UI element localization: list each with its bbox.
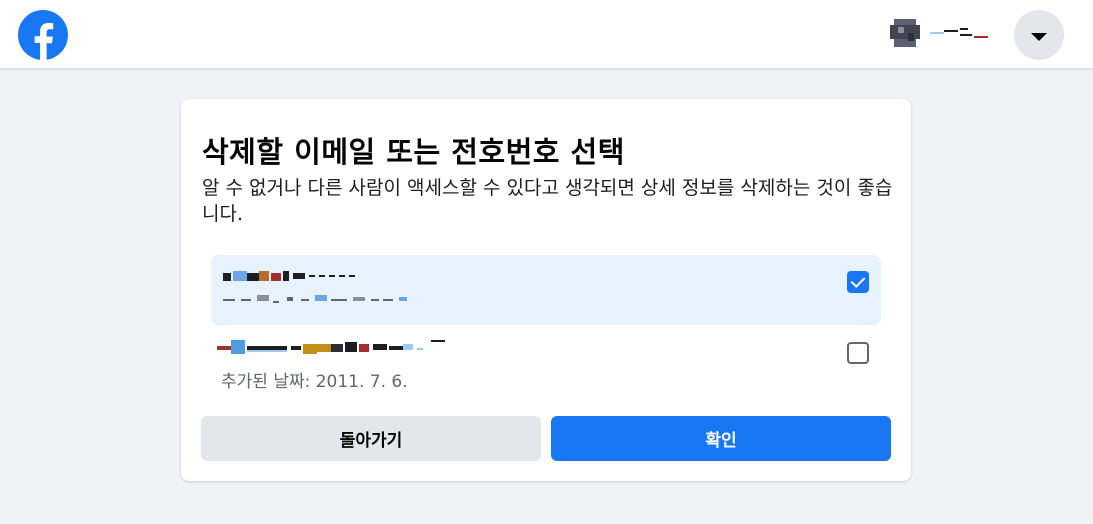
contact-value-redacted xyxy=(223,271,383,285)
contact-item[interactable]: 추가된 날짜: 2011. 7. 6. xyxy=(211,326,881,396)
dialog-title: 삭제할 이메일 또는 전호번호 선택 xyxy=(202,135,625,169)
profile-name-redacted xyxy=(930,26,988,40)
contact-checkbox-checked[interactable] xyxy=(847,271,869,293)
contact-subtext-redacted xyxy=(223,295,423,305)
back-button[interactable]: 돌아가기 xyxy=(201,416,541,461)
contact-value-redacted xyxy=(217,340,447,354)
top-navigation-bar xyxy=(0,0,1093,69)
contact-item[interactable] xyxy=(211,255,881,325)
profile-chip[interactable] xyxy=(888,15,998,51)
facebook-logo-icon[interactable] xyxy=(18,10,68,60)
contact-checkbox-unchecked[interactable] xyxy=(847,342,869,364)
dialog-description: 알 수 없거나 다른 사람이 액세스할 수 있다고 생각되면 상세 정보를 삭제… xyxy=(202,177,893,225)
confirm-button[interactable]: 확인 xyxy=(551,416,891,461)
select-contact-dialog: 삭제할 이메일 또는 전호번호 선택 알 수 없거나 다른 사람이 액세스할 수… xyxy=(181,99,911,481)
caret-down-icon xyxy=(1031,32,1047,41)
account-menu-button[interactable] xyxy=(1014,10,1064,60)
added-date-label: 추가된 날짜: 2011. 7. 6. xyxy=(221,372,408,392)
avatar[interactable] xyxy=(888,15,924,51)
